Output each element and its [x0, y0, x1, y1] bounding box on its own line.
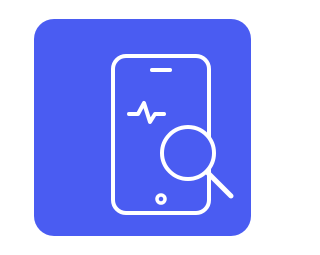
page [0, 0, 251, 255]
phone-health-search-icon [34, 19, 251, 236]
tile-background [34, 19, 251, 236]
icon-tile [34, 19, 251, 236]
